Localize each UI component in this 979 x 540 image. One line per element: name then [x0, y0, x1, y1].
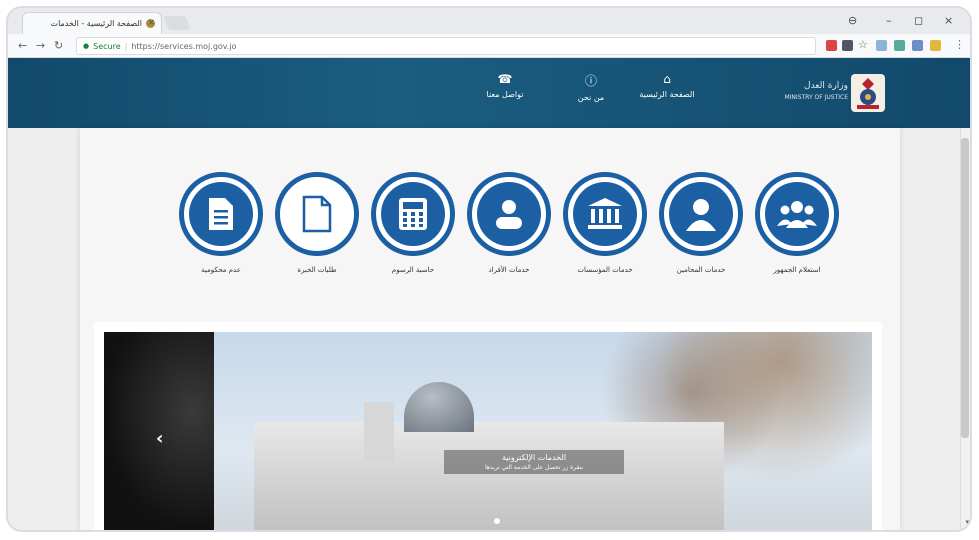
service-circle: [755, 172, 839, 256]
site-logo-text[interactable]: وزارة العدل MINISTRY OF JUSTICE: [768, 80, 848, 104]
tab-close-icon[interactable]: ×: [147, 18, 155, 28]
browser-toolbar: ← → ↻ ● Secure | https://services.moj.go…: [8, 34, 970, 58]
minimize-button[interactable]: –: [886, 14, 892, 27]
service-label: خدمات الأفراد: [488, 266, 530, 274]
extension-icon[interactable]: [876, 40, 887, 51]
site-header: ☎ تواصل معنا ⓘ من نحن ⌂ الصفحة الرئيسية …: [8, 58, 970, 128]
forward-icon[interactable]: →: [36, 39, 45, 52]
service-circle: [179, 172, 263, 256]
logo-english: MINISTRY OF JUSTICE: [784, 94, 848, 101]
secure-label: Secure: [93, 41, 121, 51]
service-lawyers[interactable]: خدمات المحامين: [656, 172, 746, 274]
nav-home[interactable]: ⌂ الصفحة الرئيسية: [632, 72, 702, 99]
service-label: استعلام الجمهور: [773, 266, 821, 274]
slide-image: ‹ الخدمات الإلكترونية بنقرة زر تحصل على …: [104, 332, 872, 530]
page-body: استعلام الجمهور خدمات المحامين خدمات الم…: [8, 128, 960, 530]
browser-window: الصفحة الرئيسية - الخدمات × ⊖ – ◻ × ← → …: [6, 6, 972, 532]
institution-icon: [588, 198, 622, 229]
back-icon[interactable]: ←: [18, 39, 27, 52]
extension-icon[interactable]: [842, 40, 853, 51]
reload-icon[interactable]: ↻: [54, 39, 63, 52]
service-circle: [275, 172, 359, 256]
lock-icon: ●: [83, 42, 90, 50]
service-circle: [467, 172, 551, 256]
slide-tower: [364, 402, 394, 462]
service-circle: [563, 172, 647, 256]
user-icon: [496, 200, 522, 229]
scroll-down-icon[interactable]: ▾: [965, 518, 969, 526]
extension-icon[interactable]: [930, 40, 941, 51]
slider-dot[interactable]: [494, 518, 500, 524]
browser-tab[interactable]: الصفحة الرئيسية - الخدمات ×: [22, 12, 162, 34]
nav-about-us[interactable]: ⓘ من نحن: [556, 72, 626, 102]
document-icon: [302, 195, 332, 233]
restore-button[interactable]: ◻: [914, 14, 923, 27]
service-public-inquiry[interactable]: استعلام الجمهور: [752, 172, 842, 274]
url-text: https://services.moj.gov.jo: [131, 41, 237, 51]
service-fees-calculator[interactable]: حاسبة الرسوم: [368, 172, 458, 274]
extension-icon[interactable]: [912, 40, 923, 51]
slider-prev-button[interactable]: ‹: [156, 428, 163, 449]
jordan-crest-logo[interactable]: [848, 70, 888, 116]
file-text-icon: [209, 198, 233, 230]
tab-strip: الصفحة الرئيسية - الخدمات × ⊖ – ◻ ×: [8, 8, 970, 34]
close-window-button[interactable]: ×: [944, 14, 953, 27]
image-slider: ‹ الخدمات الإلكترونية بنقرة زر تحصل على …: [94, 322, 882, 530]
service-individuals[interactable]: خدمات الأفراد: [464, 172, 554, 274]
address-bar[interactable]: ● Secure | https://services.moj.gov.jo: [76, 37, 816, 55]
phone-icon: ☎: [497, 72, 513, 86]
service-label: خدمات المحامين: [676, 266, 726, 274]
service-label: عدم محكومية: [201, 266, 241, 274]
nav-contact-us[interactable]: ☎ تواصل معنا: [470, 72, 540, 99]
person-icon: [686, 199, 716, 231]
tab-title: الصفحة الرئيسية - الخدمات: [50, 19, 142, 28]
service-circle: [659, 172, 743, 256]
profile-icon[interactable]: ⊖: [848, 14, 857, 27]
slide-caption: الخدمات الإلكترونية بنقرة زر تحصل على ال…: [444, 450, 624, 474]
bookmark-star-icon[interactable]: ☆: [858, 38, 868, 51]
info-icon: ⓘ: [584, 74, 597, 88]
nav-label: من نحن: [577, 93, 605, 102]
service-institutions[interactable]: خدمات المؤسسات: [560, 172, 650, 274]
service-label: خدمات المؤسسات: [577, 266, 633, 274]
users-group-icon: [777, 201, 817, 228]
nav-label: تواصل معنا: [486, 90, 524, 99]
home-icon: ⌂: [663, 72, 671, 86]
service-label: طلبات الخبرة: [297, 266, 337, 274]
main-content: استعلام الجمهور خدمات المحامين خدمات الم…: [80, 128, 900, 530]
caption-subtitle: بنقرة زر تحصل على الخدمة التي تريدها: [484, 464, 584, 471]
slide-dome: [404, 382, 474, 432]
extension-icon[interactable]: [894, 40, 905, 51]
slide-building: [254, 422, 724, 530]
new-tab-button[interactable]: [163, 16, 191, 30]
scrollbar-thumb[interactable]: [961, 138, 969, 438]
service-non-conviction[interactable]: عدم محكومية: [176, 172, 266, 274]
calculator-icon: [399, 198, 427, 230]
url-separator: |: [124, 41, 128, 51]
browser-menu-icon[interactable]: ⋮: [954, 38, 965, 51]
extension-icon[interactable]: [826, 40, 837, 51]
service-label: حاسبة الرسوم: [391, 266, 435, 274]
nav-label: الصفحة الرئيسية: [639, 90, 695, 99]
logo-arabic: وزارة العدل: [804, 81, 848, 91]
service-expertise-requests[interactable]: طلبات الخبرة: [272, 172, 362, 274]
caption-title: الخدمات الإلكترونية: [501, 453, 567, 462]
service-circle: [371, 172, 455, 256]
